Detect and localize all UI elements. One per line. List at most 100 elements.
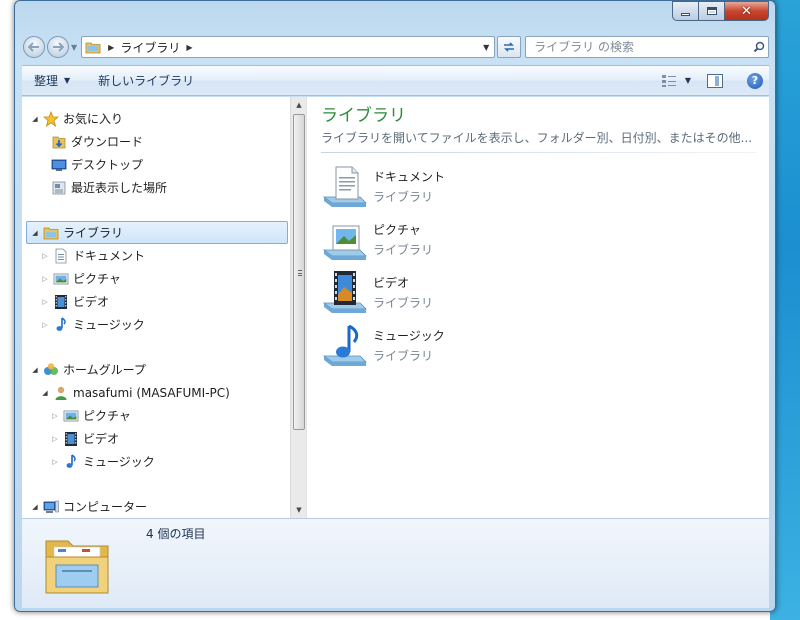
expand-arrow-icon[interactable]: ◢ <box>29 366 41 374</box>
preview-pane-button[interactable] <box>707 73 723 88</box>
close-button[interactable]: ✕ <box>725 1 769 21</box>
caption-buttons: ✕ <box>672 1 769 21</box>
forward-arrow-icon <box>53 42 64 52</box>
change-view-button[interactable]: ▼ <box>661 74 691 88</box>
navigation-scrollbar[interactable]: ▲ ▼ <box>290 97 306 518</box>
library-type: ライブラリ <box>373 349 434 363</box>
tree-item-label: masafumi (MASAFUMI-PC) <box>73 385 230 400</box>
tree-item-label: ミュージック <box>83 455 155 469</box>
scroll-down-arrow-icon[interactable]: ▼ <box>291 502 307 518</box>
music-icon <box>53 316 69 333</box>
tree-item-desktop[interactable]: デスクトップ <box>22 153 290 176</box>
back-button[interactable] <box>23 36 45 58</box>
expand-arrow-icon[interactable]: ▷ <box>39 298 51 306</box>
library-header: ライブラリ ライブラリを開いてファイルを表示し、フォルダー別、日付別、またはその… <box>307 97 769 146</box>
details-pane: 4 個の項目 <box>22 518 769 608</box>
tree-item-computer[interactable]: ◢ コンピューター <box>22 495 290 518</box>
tree-item-favorites[interactable]: ◢ お気に入り <box>22 107 290 130</box>
download-folder-icon <box>51 134 67 150</box>
videos-icon <box>53 294 69 310</box>
tree-item-homegroup-music[interactable]: ▷ ミュージック <box>22 450 290 473</box>
library-list: ドキュメント ライブラリ ピクチャ ライブラリ ビデオ ライブラリ ミュージック… <box>307 153 769 375</box>
tree-item-label: ピクチャ <box>83 409 131 423</box>
tree-item-label: ダウンロード <box>71 135 144 149</box>
address-history-dropdown[interactable]: ▼ <box>478 43 494 52</box>
refresh-button[interactable] <box>497 36 522 58</box>
organize-menu[interactable]: 整理 ▼ <box>34 72 70 89</box>
libraries-folder-icon <box>85 42 101 53</box>
expand-arrow-icon[interactable]: ▷ <box>49 435 61 443</box>
expand-arrow-icon[interactable]: ▷ <box>39 252 51 260</box>
tree-item-recent-places[interactable]: 最近表示した場所 <box>22 176 290 199</box>
expand-arrow-icon[interactable]: ◢ <box>29 503 41 511</box>
scroll-up-arrow-icon[interactable]: ▲ <box>291 97 307 113</box>
tree-item-label: お気に入り <box>63 112 124 126</box>
homegroup-icon <box>43 362 59 378</box>
documents-library-icon <box>322 166 367 207</box>
minimize-icon <box>681 12 690 16</box>
help-icon: ? <box>751 74 759 87</box>
tree-item-downloads[interactable]: ダウンロード <box>22 130 290 153</box>
tree-item-documents[interactable]: ▷ ドキュメント <box>22 244 290 267</box>
chevron-down-icon[interactable]: ▼ <box>685 76 691 85</box>
library-type: ライブラリ <box>373 190 434 204</box>
command-bar: 整理 ▼ 新しいライブラリ ▼ ? <box>22 65 769 96</box>
address-bar[interactable]: ▶ ライブラリ ▶ ▼ <box>81 36 496 58</box>
breadcrumb-arrow-icon[interactable]: ▶ <box>186 43 192 52</box>
new-library-button[interactable]: 新しいライブラリ <box>98 72 194 89</box>
tree-item-libraries[interactable]: ◢ ライブラリ <box>26 221 288 244</box>
tree-item-homegroup-videos[interactable]: ▷ ビデオ <box>22 427 290 450</box>
library-item-pictures[interactable]: ピクチャ ライブラリ <box>322 216 769 269</box>
libraries-folder-icon <box>43 225 59 241</box>
tree-item-label: ビデオ <box>73 295 110 309</box>
library-item-music[interactable]: ミュージック ライブラリ <box>322 322 769 375</box>
refresh-icon <box>504 42 515 52</box>
search-input[interactable] <box>534 40 750 54</box>
libraries-folder-icon <box>45 540 109 594</box>
tree-item-label: ホームグループ <box>63 363 146 377</box>
recent-pages-dropdown[interactable]: ▼ <box>71 43 77 52</box>
tree-item-label: ライブラリ <box>63 226 124 240</box>
tree-item-homegroup-user[interactable]: ◢ masafumi (MASAFUMI-PC) <box>22 381 290 404</box>
expand-arrow-icon[interactable]: ▷ <box>39 275 51 283</box>
breadcrumb-libraries[interactable]: ライブラリ <box>120 39 180 56</box>
expand-arrow-icon[interactable]: ◢ <box>39 389 51 397</box>
library-name: ドキュメント <box>373 170 446 184</box>
expand-arrow-icon[interactable]: ◢ <box>29 115 41 123</box>
forward-button[interactable] <box>47 36 69 58</box>
expand-arrow-icon[interactable]: ▷ <box>49 412 61 420</box>
organize-label: 整理 <box>34 74 59 88</box>
maximize-button[interactable] <box>699 1 725 21</box>
user-icon <box>53 385 69 401</box>
content-area: ◢ お気に入り ダウンロード デスクトップ 最近表示した場所 ◢ ライブラリ ▷… <box>22 97 769 518</box>
library-item-documents[interactable]: ドキュメント ライブラリ <box>322 163 769 216</box>
music-library-icon <box>322 324 367 366</box>
expand-arrow-icon[interactable]: ▷ <box>39 321 51 329</box>
item-count: 4 個の項目 <box>146 527 206 541</box>
scrollbar-thumb[interactable] <box>293 114 305 430</box>
expand-arrow-icon[interactable]: ◢ <box>29 229 41 237</box>
library-item-videos[interactable]: ビデオ ライブラリ <box>322 269 769 322</box>
tree-item-music[interactable]: ▷ ミュージック <box>22 313 290 336</box>
tree-item-label: ピクチャ <box>73 272 121 286</box>
library-name: ミュージック <box>373 329 445 343</box>
help-button[interactable]: ? <box>747 72 763 89</box>
breadcrumb-arrow-icon[interactable]: ▶ <box>108 43 114 52</box>
new-library-label: 新しいライブラリ <box>98 74 195 88</box>
explorer-window: ✕ ▼ ▶ ライブラリ ▶ ▼ ライブラリ の検索 整理 ▼ 新しいライブラリ … <box>14 0 776 612</box>
minimize-button[interactable] <box>672 1 699 21</box>
search-icon[interactable] <box>750 41 768 53</box>
search-box[interactable] <box>525 36 769 58</box>
page-description: ライブラリを開いてファイルを表示し、フォルダー別、日付別、またはその他... <box>321 131 753 145</box>
videos-library-icon <box>322 271 367 313</box>
tree-item-homegroup[interactable]: ◢ ホームグループ <box>22 358 290 381</box>
desktop-icon <box>51 157 67 173</box>
documents-icon <box>53 248 69 264</box>
tree-item-pictures[interactable]: ▷ ピクチャ <box>22 267 290 290</box>
expand-arrow-icon[interactable]: ▷ <box>49 458 61 466</box>
maximize-icon <box>706 7 717 15</box>
tree-item-label: デスクトップ <box>71 158 144 172</box>
back-arrow-icon <box>28 42 39 52</box>
tree-item-videos[interactable]: ▷ ビデオ <box>22 290 290 313</box>
tree-item-homegroup-pictures[interactable]: ▷ ピクチャ <box>22 404 290 427</box>
